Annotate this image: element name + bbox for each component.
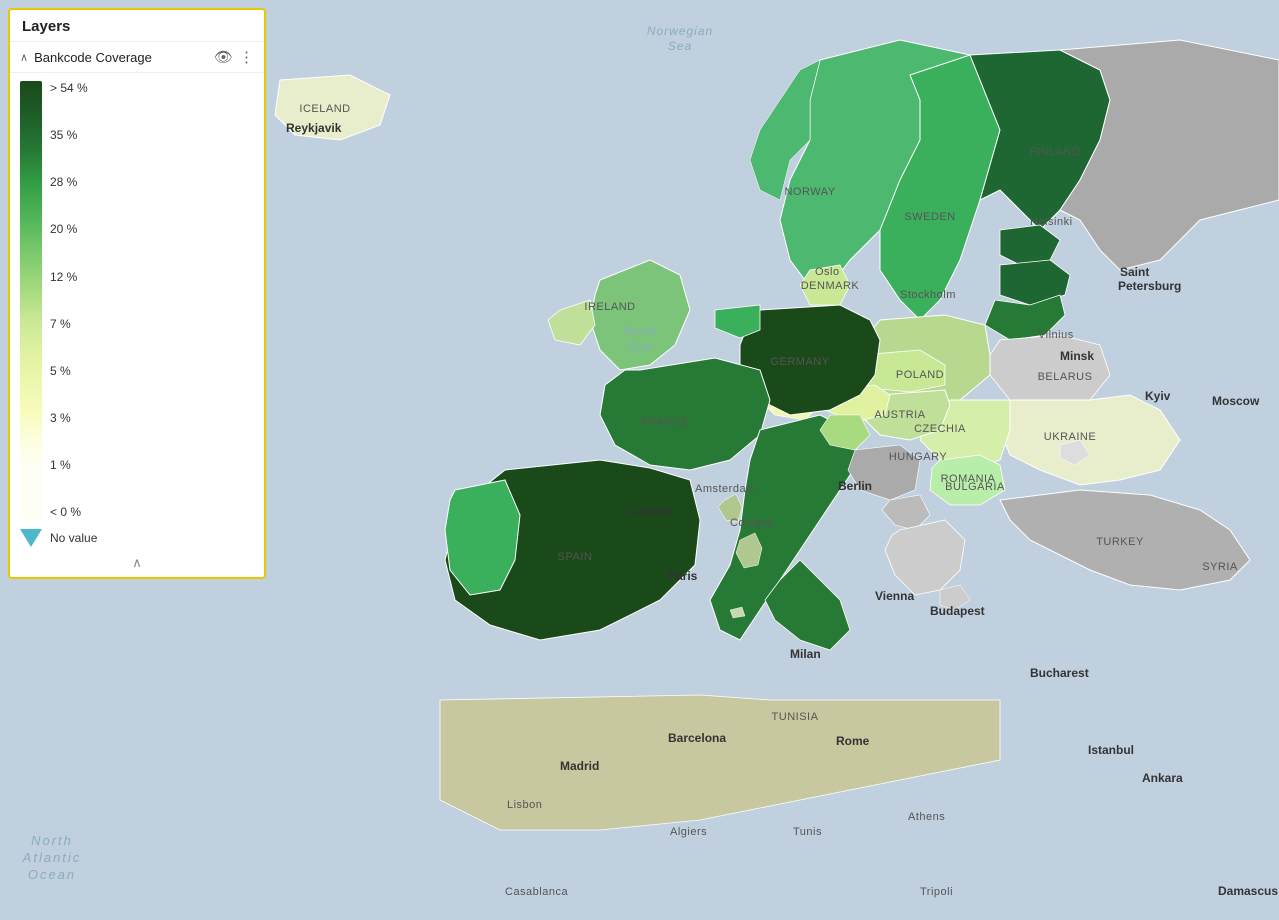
vienna-label: Vienna: [875, 589, 914, 603]
layers-panel: Layers ∧ Bankcode Coverage 👁 ⋮ > 54 % 35…: [8, 8, 266, 579]
atlantic-ocean-label3: Ocean: [28, 867, 76, 882]
belarus-label: BELARUS: [1038, 371, 1093, 383]
saint-peter-label2: Petersburg: [1118, 279, 1181, 293]
ankara-label: Ankara: [1142, 771, 1183, 785]
istanbul-label: Istanbul: [1088, 743, 1134, 757]
legend-item-0: > 54 %: [50, 81, 254, 97]
legend-item-8: 1 %: [50, 458, 254, 474]
ireland-label: IRELAND: [584, 301, 635, 313]
legend-container: > 54 % 35 % 28 % 20 % 12 % 7 % 5 % 3 % 1…: [10, 73, 264, 525]
denmark-label: DENMARK: [801, 280, 860, 292]
spain-label: SPAIN: [558, 551, 593, 563]
bulgaria-label: BULGARIA: [945, 481, 1005, 493]
milan-label: Milan: [790, 647, 821, 661]
finland-label: FINLAND: [1030, 146, 1081, 158]
moscow-label: Moscow: [1212, 394, 1260, 408]
legend-item-4: 12 %: [50, 270, 254, 286]
no-value-swatch: [20, 529, 42, 547]
legend-item-5: 7 %: [50, 317, 254, 333]
lisbon-label: Lisbon: [507, 799, 542, 811]
madrid-label: Madrid: [560, 759, 599, 773]
france-label: FRANCE: [641, 416, 689, 428]
poland-label: POLAND: [896, 369, 944, 381]
atlantic-ocean-label: North: [31, 833, 73, 848]
rome-label: Rome: [836, 734, 870, 748]
helsinki-label: Helsinki: [1030, 216, 1073, 228]
casablanca-label: Casablanca: [505, 886, 568, 898]
north-sea-label2: Sea: [628, 339, 652, 353]
map-container: Norwegian Sea North Sea North Atlantic O…: [0, 0, 1279, 920]
layers-title: Layers: [10, 10, 264, 42]
tunis-label: Tunis: [793, 826, 822, 838]
london-label: London: [628, 504, 672, 518]
germany-label: GERMANY: [770, 356, 829, 368]
barcelona-label: Barcelona: [668, 731, 726, 745]
legend-item-3: 20 %: [50, 222, 254, 238]
layer-name-label: Bankcode Coverage: [34, 50, 208, 65]
amsterdam-label: Amsterdam: [695, 483, 756, 495]
minsk-label: Minsk: [1060, 349, 1094, 363]
sweden-label: SWEDEN: [904, 211, 955, 223]
vilnius-label: Vilnius: [1038, 329, 1074, 341]
turkey-label: TURKEY: [1096, 536, 1144, 548]
panel-collapse-button[interactable]: ∧: [10, 553, 264, 573]
tunisia-label: TUNISIA: [772, 711, 819, 723]
oslo-label: Oslo: [815, 266, 840, 278]
more-options-icon[interactable]: ⋮: [239, 48, 254, 66]
reykjavik-label: Reykjavik: [286, 121, 342, 135]
budapest-label: Budapest: [930, 604, 985, 618]
ukraine-label: UKRAINE: [1044, 431, 1096, 443]
bucharest-label: Bucharest: [1030, 666, 1089, 680]
tripoli-label: Tripoli: [920, 886, 953, 898]
hungary-label: HUNGARY: [889, 451, 947, 463]
athens-label: Athens: [908, 811, 945, 823]
visibility-icon[interactable]: 👁: [214, 48, 233, 66]
no-value-row: No value: [10, 525, 264, 553]
stockholm-label: Stockholm: [900, 289, 956, 301]
layer-row[interactable]: ∧ Bankcode Coverage 👁 ⋮: [10, 42, 264, 73]
legend-item-2: 28 %: [50, 175, 254, 191]
kyiv-label: Kyiv: [1145, 389, 1171, 403]
paris-label: Paris: [668, 569, 698, 583]
north-sea-label: North: [623, 324, 657, 338]
legend-item-9: < 0 %: [50, 505, 254, 521]
austria-label: AUSTRIA: [874, 409, 925, 421]
cologne-label: Cologne: [730, 517, 774, 529]
legend-item-1: 35 %: [50, 128, 254, 144]
damascus-label: Damascus: [1218, 884, 1278, 898]
norwegian-sea-label2: Sea: [668, 39, 692, 53]
iceland-label: ICELAND: [299, 103, 350, 115]
norwegian-sea-label: Norwegian: [647, 24, 713, 38]
norway-label: NORWAY: [784, 186, 835, 198]
syria-label: SYRIA: [1202, 561, 1238, 573]
algiers-label: Algiers: [670, 826, 707, 838]
legend-labels: > 54 % 35 % 28 % 20 % 12 % 7 % 5 % 3 % 1…: [50, 81, 254, 521]
collapse-chevron-icon[interactable]: ∧: [20, 51, 28, 64]
legend-item-7: 3 %: [50, 411, 254, 427]
legend-gradient: [20, 81, 42, 521]
no-value-label: No value: [50, 531, 97, 545]
legend-item-6: 5 %: [50, 364, 254, 380]
czechia-label: CZECHIA: [914, 423, 966, 435]
saint-peter-label: Saint: [1120, 265, 1149, 279]
berlin-label: Berlin: [838, 479, 872, 493]
atlantic-ocean-label2: Atlantic: [22, 850, 82, 865]
